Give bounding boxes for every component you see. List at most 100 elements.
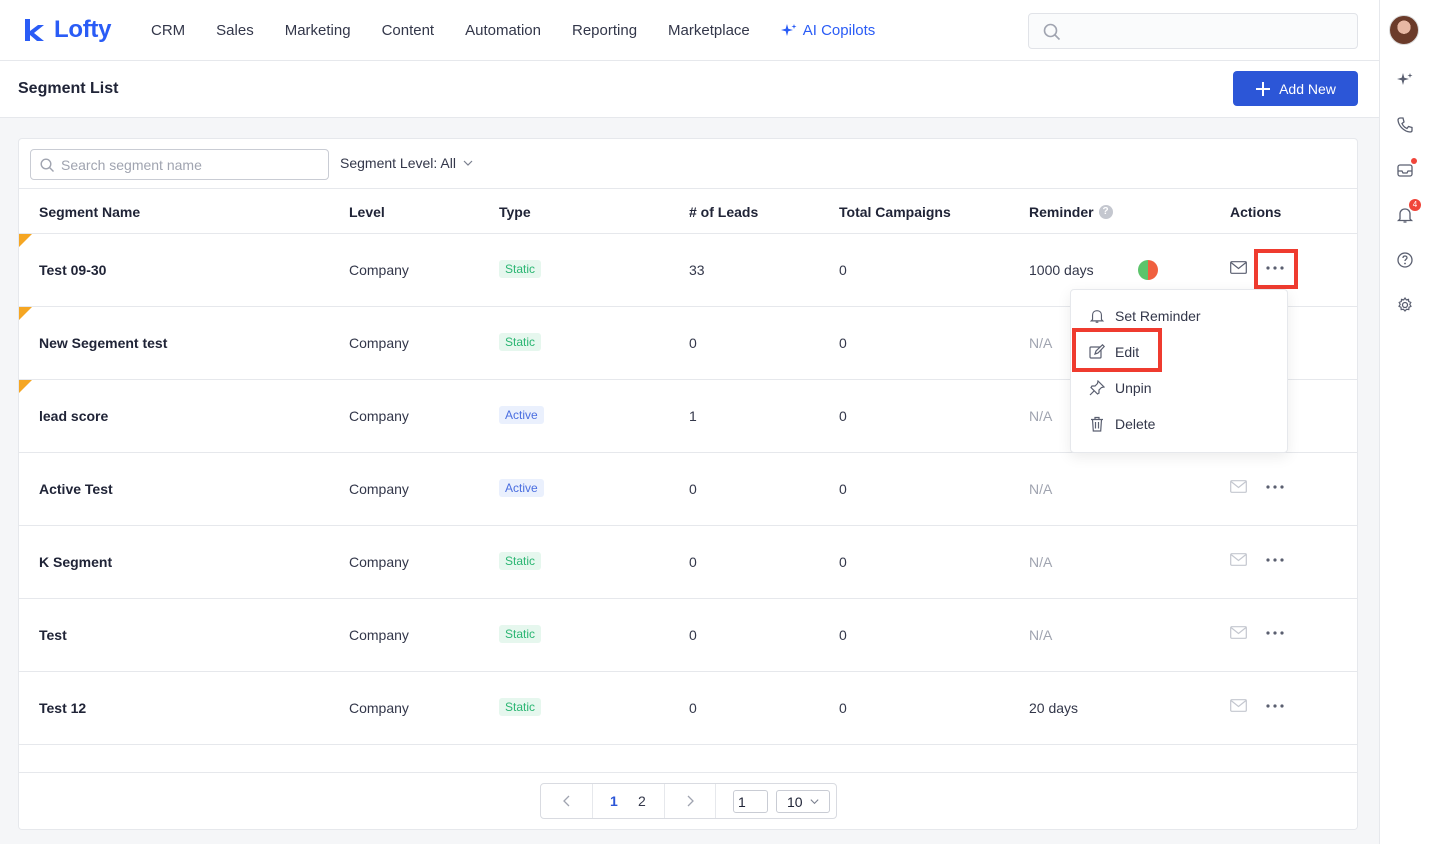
- segment-type-badge: Static: [499, 333, 542, 351]
- campaign-count: 0: [839, 700, 847, 716]
- page-title: Segment List: [18, 80, 119, 97]
- bell-icon[interactable]: 4: [1395, 199, 1421, 225]
- menu-item-label: Set Reminder: [1115, 308, 1201, 324]
- nav-ai-copilots-label: AI Copilots: [802, 22, 876, 39]
- add-new-button[interactable]: Add New: [1233, 71, 1358, 106]
- chevron-right-icon: [687, 795, 694, 807]
- nav-crm[interactable]: CRM: [151, 22, 185, 39]
- lofty-logo[interactable]: Lofty: [22, 16, 111, 44]
- table-row[interactable]: Test 12 Company Static 0 0 20 days: [19, 672, 1357, 745]
- segment-level-filter[interactable]: Segment Level: All: [340, 155, 474, 171]
- segment-name[interactable]: K Segment: [39, 554, 112, 570]
- email-icon[interactable]: [1230, 480, 1247, 496]
- reminder-value: N/A: [1029, 335, 1053, 351]
- table-header: Segment Name Level Type # of Leads Total…: [19, 189, 1357, 234]
- reminder-value: N/A: [1029, 408, 1053, 424]
- menu-item-unpin[interactable]: Unpin: [1071, 370, 1287, 406]
- nav-marketing[interactable]: Marketing: [285, 22, 351, 39]
- table-row[interactable]: Test Company Static 0 0 N/A: [19, 599, 1357, 672]
- global-search-input[interactable]: [1028, 13, 1358, 49]
- segment-name[interactable]: Test 09-30: [39, 262, 106, 278]
- segment-name[interactable]: Test: [39, 627, 67, 643]
- table-row[interactable]: K Segment Company Static 0 0 N/A: [19, 526, 1357, 599]
- chevron-down-icon: [463, 160, 473, 166]
- email-icon[interactable]: [1230, 699, 1247, 715]
- more-actions-icon[interactable]: [1262, 696, 1288, 716]
- menu-item-set-reminder[interactable]: Set Reminder: [1071, 298, 1287, 334]
- phone-icon[interactable]: [1395, 115, 1415, 135]
- notification-count-badge: 4: [1409, 199, 1421, 211]
- column-header-actions: Actions: [1230, 204, 1282, 220]
- segment-search-box[interactable]: [30, 149, 329, 180]
- reminder-value: 1000 days: [1029, 262, 1094, 278]
- top-navigation: Lofty CRM Sales Marketing Content Automa…: [0, 0, 1379, 61]
- page-2-button[interactable]: 2: [638, 793, 646, 809]
- nav-content[interactable]: Content: [382, 22, 435, 39]
- pin-icon: [1089, 380, 1105, 396]
- segment-type-badge: Static: [499, 698, 542, 716]
- more-actions-icon[interactable]: [1262, 477, 1288, 497]
- page-1-button[interactable]: 1: [610, 793, 618, 809]
- pagination-bar: 1 2 10: [19, 772, 1357, 829]
- nav-sales[interactable]: Sales: [216, 22, 254, 39]
- next-page-button[interactable]: [664, 784, 716, 818]
- lead-count[interactable]: 0: [689, 481, 697, 497]
- segment-type-badge: Static: [499, 552, 542, 570]
- column-header-segment-name: Segment Name: [39, 204, 141, 220]
- column-header-leads: # of Leads: [689, 204, 759, 220]
- question-mark-icon[interactable]: ?: [1098, 205, 1113, 219]
- segment-name[interactable]: lead score: [39, 408, 108, 424]
- segment-name[interactable]: Test 12: [39, 700, 86, 716]
- menu-item-label: Edit: [1115, 344, 1140, 360]
- column-header-reminder: Reminder ?: [1029, 204, 1113, 220]
- email-icon[interactable]: [1230, 553, 1247, 569]
- segment-level: Company: [349, 700, 409, 716]
- segment-level: Company: [349, 627, 409, 643]
- lead-count[interactable]: 0: [689, 700, 697, 716]
- table-row[interactable]: Active Test Company Active 0 0 N/A: [19, 453, 1357, 526]
- page-header: Segment List Add New: [0, 61, 1379, 118]
- user-avatar[interactable]: [1389, 15, 1419, 45]
- add-new-label: Add New: [1279, 80, 1336, 97]
- more-actions-icon[interactable]: [1262, 623, 1288, 643]
- segment-name[interactable]: Active Test: [39, 481, 113, 497]
- reminder-status-indicator: [1138, 260, 1158, 280]
- segment-type-badge: Active: [499, 479, 544, 497]
- lead-count[interactable]: 0: [689, 554, 697, 570]
- more-actions-icon[interactable]: [1262, 550, 1288, 570]
- nav-reporting[interactable]: Reporting: [572, 22, 637, 39]
- reminder-value: N/A: [1029, 627, 1053, 643]
- nav-automation[interactable]: Automation: [465, 22, 541, 39]
- nav-marketplace[interactable]: Marketplace: [668, 22, 750, 39]
- segment-type-badge: Active: [499, 406, 544, 424]
- lead-count[interactable]: 33: [689, 262, 705, 278]
- segment-search-input[interactable]: [61, 150, 321, 179]
- segment-type-badge: Static: [499, 625, 542, 643]
- campaign-count: 0: [839, 554, 847, 570]
- column-header-level: Level: [349, 204, 385, 220]
- nav-ai-copilots[interactable]: AI Copilots: [780, 22, 876, 39]
- pinned-flag-icon: [19, 234, 32, 247]
- inbox-icon[interactable]: [1395, 158, 1417, 180]
- lead-count[interactable]: 1: [689, 408, 697, 424]
- menu-item-label: Delete: [1115, 416, 1156, 432]
- ai-sparkle-icon[interactable]: [1395, 70, 1415, 90]
- menu-item-edit[interactable]: Edit: [1071, 334, 1287, 370]
- previous-page-button[interactable]: [541, 784, 593, 818]
- lead-count[interactable]: 0: [689, 627, 697, 643]
- segment-level-filter-label: Segment Level: All: [340, 155, 456, 171]
- menu-item-delete[interactable]: Delete: [1071, 406, 1287, 442]
- page-jump-input[interactable]: [733, 790, 768, 813]
- settings-gear-icon[interactable]: [1395, 295, 1415, 315]
- email-icon[interactable]: [1230, 261, 1247, 277]
- pinned-flag-icon: [19, 380, 32, 393]
- segment-name[interactable]: New Segement test: [39, 335, 167, 351]
- sparkle-icon: [780, 23, 797, 36]
- page-size-select[interactable]: 10: [776, 790, 830, 813]
- lead-count[interactable]: 0: [689, 335, 697, 351]
- campaign-count: 0: [839, 262, 847, 278]
- plus-icon: [1256, 81, 1271, 96]
- help-icon[interactable]: [1395, 250, 1415, 270]
- email-icon[interactable]: [1230, 626, 1247, 642]
- column-header-type: Type: [499, 204, 531, 220]
